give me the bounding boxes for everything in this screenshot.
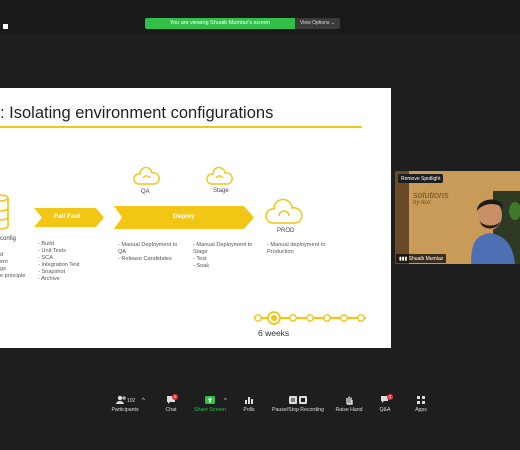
fail-fast-bullets: Build Unit Tests SCA Integration Test Sn… bbox=[38, 241, 80, 283]
qa-label: QA bbox=[141, 189, 150, 195]
stage-bullets: Manual Deployment to Stage Test Soak bbox=[193, 242, 255, 270]
share-screen-icon bbox=[205, 396, 215, 404]
left-bullet-fragments: d ent gs e principle bbox=[0, 252, 26, 280]
participant-name-tag: ▮▮▮ Shuaib Mumtaz bbox=[396, 254, 447, 263]
prod-label: PROD bbox=[277, 228, 295, 234]
polls-icon bbox=[245, 397, 253, 404]
qa-button[interactable]: 1 Q&A bbox=[378, 394, 393, 413]
qa-label: Q&A bbox=[379, 407, 391, 413]
pause-stop-recording-button[interactable]: Pause/Stop Recording bbox=[270, 395, 326, 413]
chevron-down-icon: ⌄ bbox=[330, 20, 335, 26]
participants-count: 102 bbox=[127, 398, 136, 404]
config-label: config bbox=[0, 236, 17, 242]
database-icon bbox=[0, 194, 9, 230]
list-item: Archive bbox=[38, 276, 80, 283]
stage-cloud-icon bbox=[206, 166, 233, 185]
list-item: Manual deployment to Production bbox=[267, 242, 337, 256]
left-fragment-1: d bbox=[0, 252, 4, 258]
list-item: Manual Deployment to Stage bbox=[193, 242, 255, 256]
timeline-label: 6 weeks bbox=[258, 328, 290, 338]
qa-badge: 1 bbox=[387, 394, 393, 400]
list-item: Unit Tests bbox=[38, 248, 80, 255]
logo-line-2: by text bbox=[413, 200, 431, 206]
chat-button[interactable]: 1 Chat bbox=[162, 394, 180, 413]
remove-spotlight-button[interactable]: Remove Spotlight bbox=[398, 174, 444, 183]
logo-line-1: solutions bbox=[413, 190, 449, 200]
fail-fast-label: Fail Fast bbox=[54, 213, 81, 220]
speaker-video-tile[interactable]: solutions by text Remove Spotlight ▮▮▮ S… bbox=[395, 171, 520, 264]
left-fragment-3: gs bbox=[0, 266, 6, 272]
list-item: Integration Test bbox=[38, 262, 79, 269]
window-icon bbox=[3, 24, 8, 29]
qa-bullets: Manual Deployment to QA Release Candidat… bbox=[118, 242, 180, 263]
share-screen-button[interactable]: Share Screen bbox=[192, 395, 228, 413]
shared-slide: : Isolating environment configurations c… bbox=[0, 88, 391, 348]
recording-label: Pause/Stop Recording bbox=[272, 407, 324, 413]
list-item: Soak bbox=[193, 263, 255, 270]
stage-label: Stage bbox=[213, 188, 229, 194]
chat-badge: 1 bbox=[172, 394, 178, 400]
polls-button[interactable]: Polls bbox=[240, 395, 258, 413]
solutions-by-text-logo: solutions by text bbox=[413, 191, 449, 207]
chat-label: Chat bbox=[165, 407, 177, 413]
left-fragment-2: ent bbox=[0, 259, 8, 265]
participants-icon: 102 bbox=[116, 395, 136, 404]
pause-stop-icon bbox=[289, 396, 307, 404]
speaker-image bbox=[395, 171, 520, 264]
list-item: Snapshot bbox=[38, 269, 80, 276]
apps-label: Apps bbox=[415, 407, 427, 413]
left-fragment-4: e principle bbox=[0, 273, 26, 279]
share-options-caret[interactable]: ^ bbox=[224, 398, 227, 404]
meeting-toolbar: 102 Participants ^ 1 Chat Share Screen ^… bbox=[0, 390, 520, 422]
qa-cloud-icon bbox=[133, 166, 160, 185]
raise-hand-button[interactable]: Raise Hand bbox=[334, 395, 364, 413]
view-options-label: View Options bbox=[300, 20, 330, 26]
list-item: Release Candidates bbox=[118, 256, 180, 263]
participants-button[interactable]: 102 Participants bbox=[108, 395, 142, 413]
list-item: SCA bbox=[38, 255, 80, 262]
list-item: Manual Deployment to QA bbox=[118, 242, 180, 256]
participants-options-caret[interactable]: ^ bbox=[142, 398, 145, 404]
view-options-button[interactable]: View Options ⌄ bbox=[295, 18, 340, 29]
list-item: Build bbox=[38, 241, 80, 248]
deploy-label: Deploy bbox=[173, 213, 195, 220]
apps-button[interactable]: Apps bbox=[413, 395, 429, 413]
raise-hand-label: Raise Hand bbox=[335, 407, 363, 413]
raise-hand-icon bbox=[346, 396, 353, 405]
screen-share-banner: You are viewing Shuaib Mumtaz's screen bbox=[145, 18, 295, 29]
apps-icon bbox=[417, 396, 425, 404]
polls-label: Polls bbox=[243, 407, 255, 413]
participant-name: Shuaib Mumtaz bbox=[408, 255, 444, 262]
list-item: Test bbox=[193, 256, 255, 263]
share-screen-label: Share Screen bbox=[194, 407, 226, 413]
meeting-top-bar: You are viewing Shuaib Mumtaz's screen V… bbox=[0, 0, 520, 34]
prod-bullets: Manual deployment to Production bbox=[267, 242, 337, 256]
prod-cloud-icon bbox=[265, 198, 303, 224]
signal-icon: ▮▮▮ bbox=[399, 255, 408, 262]
participants-label: Participants bbox=[111, 407, 139, 413]
